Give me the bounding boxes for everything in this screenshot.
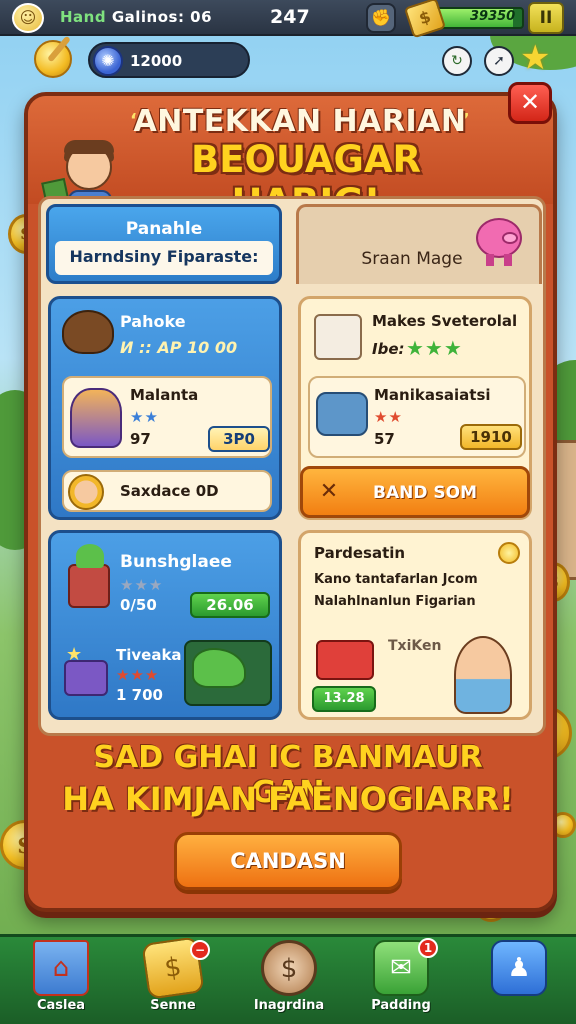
- card4-line2: Nalahlnanlun Figarian: [314, 594, 476, 609]
- gold-value: 39350: [470, 9, 516, 24]
- piggy-leg: [486, 254, 494, 266]
- nav-item-bank[interactable]: $ Inagrdina: [244, 938, 334, 1022]
- card2-item-name: Manikasaiatsi: [374, 386, 491, 404]
- piggy-snout: [502, 232, 518, 244]
- refresh-icon[interactable]: ↻: [442, 46, 472, 76]
- child-character-icon: [454, 636, 512, 714]
- card2-stars: ★★★: [406, 336, 463, 360]
- promo-line-2: HA KIMJAN FAENOGIARR!: [62, 780, 514, 818]
- band-som-button[interactable]: ✕ BAND SOM: [300, 466, 530, 518]
- card1-subtitle: И :: AP 10 00: [120, 338, 238, 357]
- nav-item-mail[interactable]: ✉ 1 Padding: [356, 938, 446, 1022]
- warrior-icon: [70, 388, 122, 448]
- card2-item-price[interactable]: 1910: [460, 424, 522, 450]
- box-icon: [314, 314, 362, 360]
- card3-stars: ★★★: [120, 576, 164, 594]
- card1-item-price[interactable]: 3P0: [208, 426, 270, 452]
- top-status-bar: ☺ Hand Galinos: 06 247 ✊ $ 39350 II: [0, 0, 576, 39]
- dollar-coin-icon: $: [261, 940, 317, 996]
- band-som-label: BAND SOM: [373, 483, 477, 503]
- card2-title: Makes Sveterolal: [372, 312, 518, 330]
- coin-icon: [498, 542, 520, 564]
- nav-item-puzzle[interactable]: ♟: [474, 938, 564, 1022]
- fist-icon[interactable]: ✊: [366, 3, 396, 33]
- card4-line1: Kano tantafarlan Jcom: [314, 572, 478, 587]
- card1-item-name: Malanta: [130, 386, 199, 404]
- tab-daily-label: Panahle: [125, 219, 203, 239]
- piggy-leg: [504, 254, 512, 266]
- card3-item-stars: ★★★: [116, 666, 160, 684]
- card3-title: Bunshglaee: [120, 552, 232, 572]
- puzzle-icon: ♟: [491, 940, 547, 996]
- treasure-chest-icon: [64, 660, 108, 696]
- plant-crate-icon: [68, 564, 110, 608]
- mail-badge: 1: [418, 938, 438, 958]
- nav-label-mail: Padding: [371, 998, 431, 1013]
- claim-button[interactable]: CANDASN: [174, 832, 402, 890]
- nav-item-home[interactable]: ⌂ Caslea: [16, 938, 106, 1022]
- card2-item-stars: ★★: [374, 408, 403, 426]
- mascot-hair: [64, 140, 114, 154]
- bear-icon: [62, 310, 114, 354]
- card4-item-name: TxiKen: [388, 638, 442, 654]
- sparkle-icon: ★: [66, 644, 83, 665]
- vehicle-icon: [316, 392, 368, 436]
- wand-icon[interactable]: [34, 40, 72, 78]
- card3-count2: 1 700: [116, 686, 163, 704]
- nav-label-home: Caslea: [36, 998, 86, 1013]
- card4-title: Pardesatin: [314, 544, 406, 562]
- tab-daily-sublabel: Harndsiny Fiparaste:: [69, 247, 259, 266]
- star-icon: ★: [520, 38, 551, 78]
- gem-value: 12000: [130, 52, 183, 70]
- card1-title: Pahoke: [120, 312, 186, 331]
- card4-price[interactable]: 13.28: [312, 686, 376, 712]
- house-icon: ⌂: [33, 940, 89, 996]
- card2-item-count: 57: [374, 430, 395, 448]
- card1-item-count: 97: [130, 430, 151, 448]
- gold-bar-icon: $: [403, 0, 447, 39]
- gem-icon: ✺: [93, 46, 123, 76]
- card3-count1: 0/50: [120, 596, 157, 614]
- card1-footer-text: Saxdace 0D: [120, 482, 219, 500]
- panel-title: ANTEKKAN HARIAN: [133, 104, 467, 139]
- card3-item-name: Tiveaka: [116, 646, 182, 664]
- player-name: Hand Galinos: 06: [60, 8, 213, 26]
- card1-item-stars: ★★: [130, 408, 159, 426]
- nav-label-shop: Senne: [150, 998, 196, 1013]
- arrow-icon[interactable]: ➚: [484, 46, 514, 76]
- clock-display: 247: [270, 6, 310, 28]
- red-chest-icon: [316, 640, 374, 680]
- nav-label-bank: Inagrdina: [253, 998, 325, 1013]
- pause-button[interactable]: II: [528, 2, 564, 34]
- avatar-coin-icon[interactable]: ☺: [12, 3, 44, 33]
- gem-counter[interactable]: ✺ 12000: [88, 42, 250, 78]
- card3-price1[interactable]: 26.06: [190, 592, 270, 618]
- tools-icon: ✕: [319, 479, 339, 504]
- notification-badge: −: [190, 940, 210, 960]
- tab-daily[interactable]: Panahle Harndsiny Fiparaste:: [46, 204, 282, 284]
- piggy-bank-icon: [472, 210, 528, 266]
- close-button[interactable]: ✕: [508, 82, 552, 124]
- plant-leaves-icon: [76, 544, 104, 568]
- card2-subtitle: Ibe:: [372, 340, 405, 358]
- nav-item-shop[interactable]: $ − Senne: [128, 936, 218, 1022]
- portrait-icon: [68, 474, 104, 510]
